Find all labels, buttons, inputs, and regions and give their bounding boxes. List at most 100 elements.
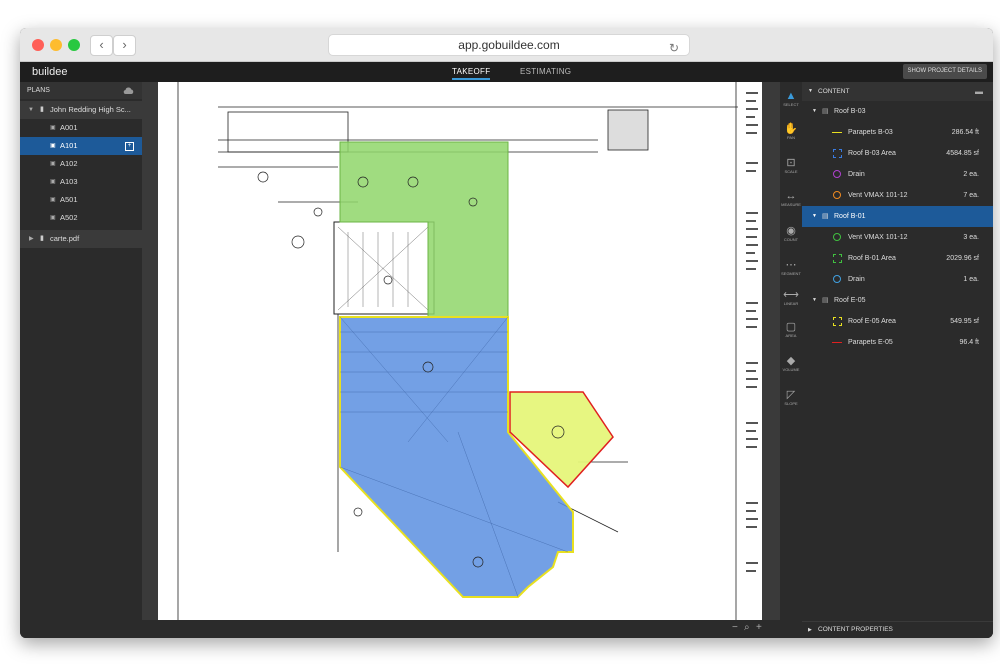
chevron-down-icon[interactable]: ▼ (812, 290, 817, 311)
content-item[interactable]: Vent VMAX 101-12 7 ea. (802, 185, 993, 206)
count-tool[interactable]: ◉ COUNT (780, 224, 802, 242)
sheet-label: A001 (60, 123, 78, 132)
scale-icon: ⊡ (786, 157, 796, 169)
area-tool[interactable]: ▢ AREA (780, 320, 802, 338)
hand-icon: ✋ (784, 123, 798, 135)
content-item[interactable]: Vent VMAX 101-12 3 ea. (802, 227, 993, 248)
item-value: 2 ea. (963, 171, 979, 178)
tool-label: SELECT (783, 102, 799, 107)
folder-icon: ▤ (822, 213, 829, 220)
content-panel: ▼ CONTENT ▬ ▼ ▤ Roof B-03 Parapets B-03 … (802, 82, 993, 638)
area-icon: ▢ (785, 321, 797, 333)
group-name: Roof B-01 (834, 213, 866, 220)
chevron-down-icon[interactable]: ▼ (808, 82, 813, 101)
item-name: Vent VMAX 101-12 (848, 192, 908, 199)
content-item[interactable]: Drain 2 ea. (802, 164, 993, 185)
chevron-right-icon[interactable]: ▶ (29, 230, 34, 248)
app-header: buildee TAKEOFF ESTIMATING SHOW PROJECT … (20, 62, 993, 82)
reload-icon[interactable]: ↻ (669, 38, 679, 58)
content-properties-label: CONTENT PROPERTIES (818, 626, 893, 633)
cube-icon: ◆ (786, 355, 796, 367)
plan-viewer[interactable]: − ⌕ + (142, 82, 802, 638)
plan-sheet[interactable] (158, 82, 762, 620)
chevron-down-icon[interactable]: ▼ (812, 206, 817, 227)
content-item[interactable]: Roof B-01 Area 2029.96 sf (802, 248, 993, 269)
cloud-upload-icon[interactable] (123, 86, 134, 95)
sheet-item[interactable]: ▣ A102 (20, 155, 142, 173)
chevron-down-icon[interactable]: ▼ (28, 101, 34, 119)
zoom-search-icon[interactable]: ⌕ (744, 622, 750, 633)
group-name: Roof B-03 (834, 108, 866, 115)
show-project-details-button[interactable]: SHOW PROJECT DETAILS (902, 64, 987, 79)
item-name: Parapets E-05 (848, 339, 893, 346)
chevron-right-icon[interactable]: ▶ (808, 622, 812, 638)
pan-tool[interactable]: ✋ PAN (780, 122, 802, 140)
sheet-item[interactable]: ▣ A502 (20, 209, 142, 227)
linear-tool[interactable]: ⟷ LINEAR (780, 288, 802, 306)
content-item[interactable]: Parapets E-05 96.4 ft (802, 332, 993, 353)
sheet-label: A102 (60, 159, 78, 168)
file-name: carte.pdf (50, 234, 80, 243)
tool-label: SEGMENT (781, 271, 801, 276)
linear-icon (832, 132, 842, 133)
sheet-item[interactable]: ▣ A103 (20, 173, 142, 191)
content-item[interactable]: Drain 1 ea. (802, 269, 993, 290)
content-item[interactable]: Roof B-03 Area 4584.85 sf (802, 143, 993, 164)
floor-plan-drawing[interactable] (158, 82, 762, 620)
slope-tool[interactable]: ◸ SLOPE (780, 388, 802, 406)
content-item[interactable]: Roof E-05 Area 549.95 sf (802, 311, 993, 332)
group-row[interactable]: ▼ ▤ Roof B-03 (802, 101, 993, 122)
plans-panel: PLANS ▼ ▮ John Redding High Sc... ▣ A001… (20, 82, 142, 638)
count-icon (833, 275, 841, 283)
sheet-options-icon[interactable]: + (125, 142, 134, 151)
forward-button[interactable]: › (113, 35, 136, 56)
item-name: Vent VMAX 101-12 (848, 234, 908, 241)
linear-icon: ⟷ (783, 289, 799, 301)
zoom-out-button[interactable]: − (732, 622, 738, 633)
add-folder-icon[interactable]: ▬ (975, 82, 983, 101)
sheet-label: A103 (60, 177, 78, 186)
sheet-label: A502 (60, 213, 78, 222)
browser-titlebar: ‹ › app.gobuildee.com ↻ (20, 28, 993, 62)
measure-icon: ↔ (785, 190, 797, 202)
maximize-window-button[interactable] (68, 39, 80, 51)
segment-tool[interactable]: ⋯ SEGMENT (780, 258, 802, 276)
file-folder[interactable]: ▶ ▮ carte.pdf (20, 230, 142, 248)
file-icon: ▮ (40, 106, 44, 113)
back-button[interactable]: ‹ (90, 35, 113, 56)
tab-estimating[interactable]: ESTIMATING (520, 67, 571, 76)
sheet-item[interactable]: ▣ A501 (20, 191, 142, 209)
tool-label: PAN (787, 135, 795, 140)
group-row-selected[interactable]: ▼ ▤ Roof B-01 (802, 206, 993, 227)
item-value: 1 ea. (963, 276, 979, 283)
url-text: app.gobuildee.com (458, 38, 560, 52)
content-item[interactable]: Parapets B-03 286.54 ft (802, 122, 993, 143)
sheet-label: A501 (60, 195, 78, 204)
tab-takeoff[interactable]: TAKEOFF (452, 67, 491, 80)
tool-label: SLOPE (784, 401, 798, 406)
group-row[interactable]: ▼ ▤ Roof E-05 (802, 290, 993, 311)
select-tool[interactable]: ▲ SELECT (780, 90, 802, 107)
zoom-bar: − ⌕ + (142, 620, 802, 638)
measure-tool[interactable]: ↔ MEASURE (780, 190, 802, 207)
item-name: Parapets B-03 (848, 129, 893, 136)
project-folder[interactable]: ▼ ▮ John Redding High Sc... (20, 101, 142, 119)
file-icon: ▮ (40, 235, 44, 242)
sheet-item[interactable]: ▣ A001 (20, 119, 142, 137)
scale-tool[interactable]: ⊡ SCALE (780, 156, 802, 174)
address-bar[interactable]: app.gobuildee.com ↻ (328, 34, 690, 56)
count-icon (833, 233, 841, 241)
brand-logo: buildee (32, 66, 68, 78)
tool-strip: ▲ SELECT ✋ PAN ⊡ SCALE ↔ MEASURE ◉ COUNT… (780, 82, 802, 638)
chevron-down-icon[interactable]: ▼ (812, 101, 817, 122)
area-icon (833, 254, 842, 263)
browser-window: ‹ › app.gobuildee.com ↻ buildee TAKEOFF … (20, 28, 993, 638)
close-window-button[interactable] (32, 39, 44, 51)
minimize-window-button[interactable] (50, 39, 62, 51)
sheet-item-selected[interactable]: ▣ A101 + (20, 137, 142, 155)
volume-tool[interactable]: ◆ VOLUME (780, 354, 802, 372)
zoom-in-button[interactable]: + (756, 622, 762, 633)
plans-header: PLANS (20, 82, 142, 99)
count-icon: ◉ (786, 225, 796, 237)
content-properties-bar[interactable]: ▶ CONTENT PROPERTIES (802, 621, 993, 638)
